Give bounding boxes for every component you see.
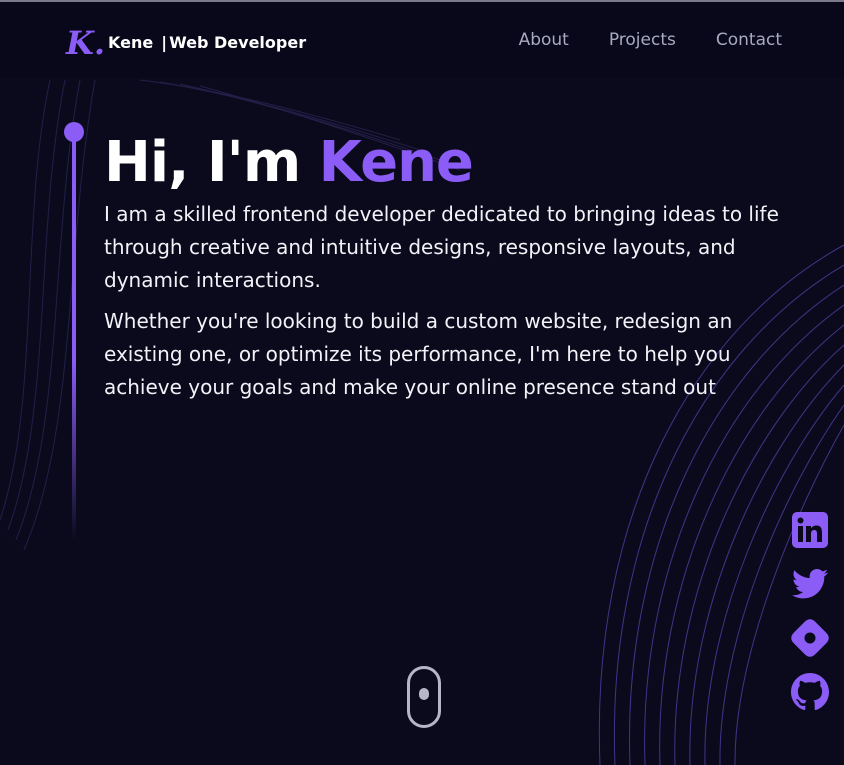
- twitter-link[interactable]: [790, 564, 830, 604]
- linkedin-link[interactable]: [790, 510, 830, 550]
- hashnode-link[interactable]: [790, 618, 830, 658]
- nav-link-about[interactable]: About: [519, 30, 569, 50]
- nav-link-projects[interactable]: Projects: [609, 30, 676, 50]
- hero-section: Hi, I'm Kene I am a skilled frontend dev…: [104, 128, 804, 412]
- brand-separator: |: [161, 32, 168, 52]
- github-icon: [791, 673, 829, 711]
- scroll-indicator-mouse-icon[interactable]: [407, 666, 441, 728]
- brand[interactable]: K. Kene | Web Developer: [64, 22, 306, 62]
- hashnode-icon: [791, 619, 829, 657]
- timeline-decoration: [64, 122, 84, 542]
- linkedin-icon: [792, 512, 828, 548]
- nav-links: About Projects Contact: [479, 30, 782, 50]
- social-links: [790, 510, 832, 726]
- brand-name: Kene: [108, 32, 154, 52]
- hero-greeting: Hi, I'm: [104, 130, 301, 195]
- logo[interactable]: K.: [64, 22, 105, 62]
- hero-heading: Hi, I'm Kene: [104, 128, 804, 198]
- hero-intro-paragraph: I am a skilled frontend developer dedica…: [104, 202, 779, 292]
- top-navbar: K. Kene | Web Developer About Projects C…: [0, 2, 844, 78]
- github-link[interactable]: [790, 672, 830, 712]
- nav-link-contact[interactable]: Contact: [716, 30, 782, 50]
- hero-name: Kene: [318, 130, 474, 195]
- twitter-icon: [792, 569, 828, 599]
- timeline-rail: [72, 140, 76, 540]
- timeline-dot: [64, 122, 84, 142]
- hero-offer-paragraph: Whether you're looking to build a custom…: [104, 309, 733, 399]
- scroll-wheel-dot: [419, 688, 429, 700]
- logo-k-icon: K.: [65, 24, 105, 62]
- brand-role: Web Developer: [169, 32, 307, 52]
- svg-text:K.: K.: [65, 24, 104, 62]
